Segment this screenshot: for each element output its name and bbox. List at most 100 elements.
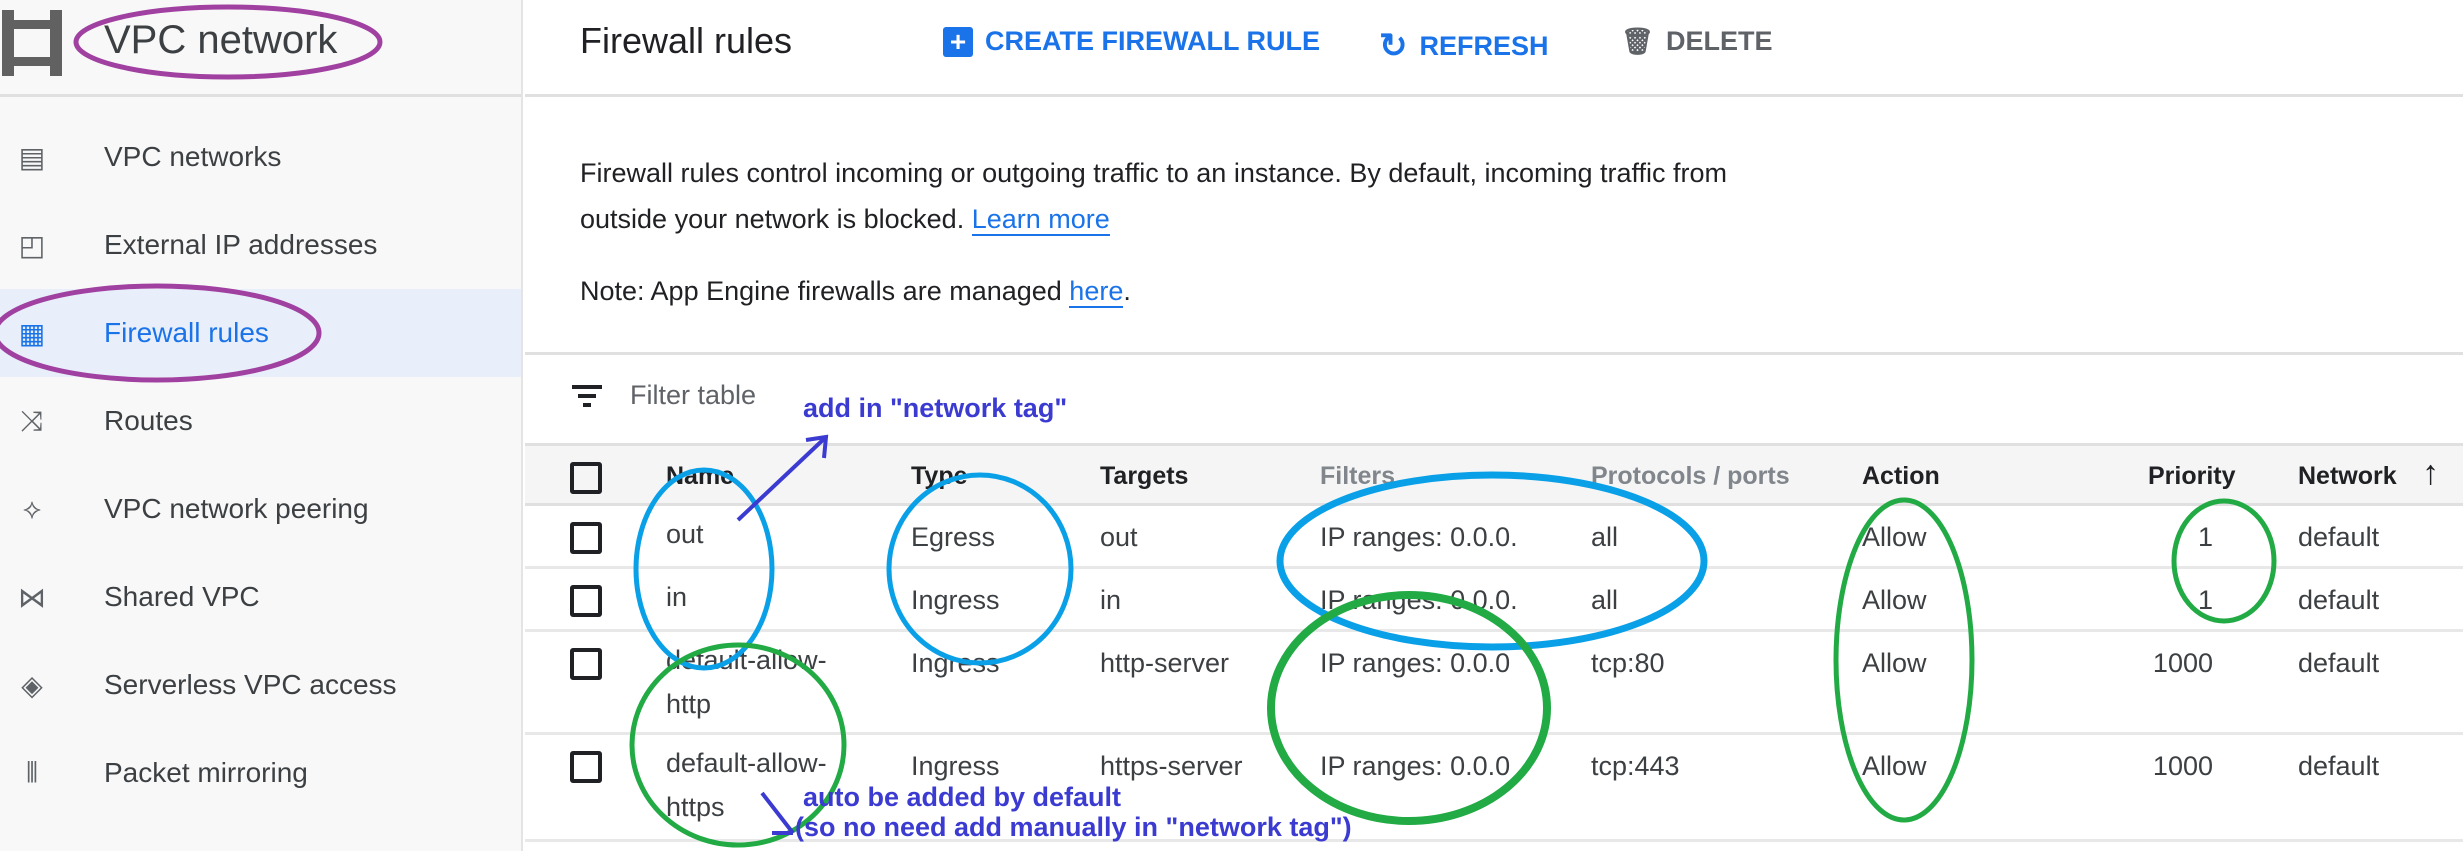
sidebar-item-serverless-vpc-access[interactable]: ◈ Serverless VPC access bbox=[0, 641, 521, 729]
column-header-action[interactable]: Action bbox=[1862, 462, 1940, 491]
peering-icon: ⟡ bbox=[22, 492, 42, 524]
cell-name[interactable]: in bbox=[666, 575, 856, 619]
cell-action: Allow bbox=[1862, 648, 1927, 678]
cell-targets: https-server bbox=[1100, 751, 1243, 781]
create-firewall-rule-button[interactable]: + CREATE FIREWALL RULE bbox=[943, 26, 1320, 57]
column-header-targets[interactable]: Targets bbox=[1100, 462, 1188, 491]
cell-name[interactable]: default-allow-http bbox=[666, 638, 856, 726]
cell-network: default bbox=[2298, 751, 2380, 781]
firewall-icon: ▦ bbox=[18, 317, 46, 349]
delete-button[interactable]: 🗑 DELETE bbox=[1621, 26, 1773, 57]
select-all-checkbox[interactable] bbox=[570, 462, 602, 494]
row-checkbox[interactable] bbox=[570, 751, 602, 783]
cell-type: Ingress bbox=[911, 648, 1000, 678]
column-header-name[interactable]: Name bbox=[666, 462, 734, 491]
sort-arrow-icon[interactable]: ↑ bbox=[2422, 454, 2439, 493]
column-header-type[interactable]: Type bbox=[911, 462, 968, 491]
cell-priority: 1000 bbox=[2152, 751, 2213, 781]
note-text: Note: App Engine firewalls are managed bbox=[580, 276, 1070, 306]
note: Note: App Engine firewalls are managed h… bbox=[580, 276, 1131, 308]
filter-input[interactable]: Filter table bbox=[630, 380, 756, 411]
annotation-text: auto be added by default bbox=[803, 782, 1122, 812]
sidebar-item-label: Packet mirroring bbox=[104, 757, 308, 788]
cell-type: Ingress bbox=[911, 585, 1000, 615]
learn-more-link[interactable]: Learn more bbox=[971, 204, 1110, 236]
annotation-text: add in "network tag" bbox=[803, 393, 1068, 423]
sidebar-item-label: Serverless VPC access bbox=[104, 669, 397, 700]
cell-protocols-ports: all bbox=[1591, 522, 1619, 552]
sidebar-item-label: Shared VPC bbox=[104, 581, 260, 612]
cell-network: default bbox=[2298, 585, 2380, 615]
sidebar-item-firewall-rules[interactable]: ▦ Firewall rules bbox=[0, 289, 521, 377]
external-ip-icon: ◰ bbox=[18, 229, 46, 261]
cell-priority: 1000 bbox=[2152, 648, 2213, 678]
refresh-icon: ↻ bbox=[1379, 27, 1408, 65]
sidebar-header: VPC network bbox=[0, 0, 521, 97]
cell-protocols-ports: tcp:443 bbox=[1591, 751, 1680, 781]
cell-action: Allow bbox=[1862, 522, 1927, 552]
filter-icon bbox=[572, 384, 602, 407]
sidebar-item-label: VPC networks bbox=[104, 141, 282, 172]
cell-type: Egress bbox=[911, 522, 996, 552]
sidebar: VPC network ▤ VPC networks ◰ External IP ad… bbox=[0, 0, 523, 851]
delete-label: DELETE bbox=[1666, 26, 1773, 56]
sidebar-item-routes[interactable]: ⤨ Routes bbox=[0, 377, 521, 465]
cell-priority: 1 bbox=[2197, 585, 2213, 615]
sidebar-item-vpc-network-peering[interactable]: ⟡ VPC network peering bbox=[0, 465, 521, 553]
row-checkbox[interactable] bbox=[570, 648, 602, 680]
column-header-protocols-ports[interactable]: Protocols / ports bbox=[1591, 462, 1790, 491]
vpc-networks-icon: ▤ bbox=[18, 141, 46, 173]
here-link[interactable]: here bbox=[1069, 276, 1124, 308]
cell-filters: IP ranges: 0.0.0 bbox=[1320, 751, 1511, 781]
description: Firewall rules control incoming or outgo… bbox=[580, 150, 1780, 242]
table-row[interactable]: in Ingress in IP ranges: 0.0.0. all Allow 1 def… bbox=[525, 569, 2463, 632]
table-row[interactable]: out Egress out IP ranges: 0.0.0. all Allow 1 de… bbox=[525, 506, 2463, 569]
product-title: VPC network bbox=[104, 18, 338, 62]
cell-network: default bbox=[2298, 522, 2380, 552]
cell-action: Allow bbox=[1862, 585, 1927, 615]
cell-name[interactable]: out bbox=[666, 512, 856, 556]
sidebar-item-external-ip-addresses[interactable]: ◰ External IP addresses bbox=[0, 201, 521, 289]
cell-filters: IP ranges: 0.0.0 bbox=[1320, 648, 1511, 678]
trash-icon: 🗑 bbox=[1621, 26, 1655, 56]
column-header-network[interactable]: Network bbox=[2298, 462, 2397, 491]
sidebar-item-shared-vpc[interactable]: ⋈ Shared VPC bbox=[0, 553, 521, 641]
column-header-filters[interactable]: Filters bbox=[1320, 462, 1395, 491]
cell-protocols-ports: all bbox=[1591, 585, 1619, 615]
filter-bar[interactable]: Filter table bbox=[572, 380, 756, 411]
cell-targets: http-server bbox=[1100, 648, 1230, 678]
row-checkbox[interactable] bbox=[570, 522, 602, 554]
cell-filters: IP ranges: 0.0.0. bbox=[1320, 522, 1518, 552]
shared-vpc-icon: ⋈ bbox=[18, 581, 46, 613]
note-period: . bbox=[1123, 276, 1131, 306]
refresh-label: REFRESH bbox=[1419, 30, 1549, 61]
vpc-network-icon bbox=[2, 10, 62, 76]
sidebar-item-label: Routes bbox=[104, 405, 193, 436]
sidebar-item-vpc-networks[interactable]: ▤ VPC networks bbox=[0, 113, 521, 201]
page-title: Firewall rules bbox=[580, 20, 793, 61]
main-content: Firewall rules + CREATE FIREWALL RULE ↻ RE… bbox=[525, 0, 2463, 851]
description-text: Firewall rules control incoming or outgo… bbox=[580, 158, 1728, 234]
serverless-icon: ◈ bbox=[21, 669, 43, 701]
cell-type: Ingress bbox=[911, 751, 1000, 781]
sidebar-item-packet-mirroring[interactable]: ⦀ Packet mirroring bbox=[0, 729, 521, 817]
column-header-priority[interactable]: Priority bbox=[2148, 462, 2236, 491]
cell-filters: IP ranges: 0.0.0. bbox=[1320, 585, 1518, 615]
row-checkbox[interactable] bbox=[570, 585, 602, 617]
cell-action: Allow bbox=[1862, 751, 1927, 781]
sidebar-item-label: Firewall rules bbox=[104, 317, 269, 348]
routes-icon: ⤨ bbox=[20, 404, 44, 436]
cell-protocols-ports: tcp:80 bbox=[1591, 648, 1665, 678]
annotation-text: (so no need add manually in "network tag… bbox=[795, 812, 1352, 842]
cell-targets: out bbox=[1100, 522, 1138, 552]
table-row[interactable]: default-allow-http Ingress http-server IP r… bbox=[525, 632, 2463, 735]
toolbar: Firewall rules + CREATE FIREWALL RULE ↻ RE… bbox=[525, 0, 2463, 97]
create-label: CREATE FIREWALL RULE bbox=[985, 26, 1320, 56]
table-header: Name Type Targets Filters Protocols / ports A… bbox=[525, 443, 2463, 506]
packet-mirroring-icon: ⦀ bbox=[25, 756, 39, 788]
divider bbox=[525, 352, 2463, 355]
refresh-button[interactable]: ↻ REFRESH bbox=[1379, 26, 1549, 66]
sidebar-item-label: External IP addresses bbox=[104, 229, 378, 260]
cell-network: default bbox=[2298, 648, 2380, 678]
plus-icon: + bbox=[943, 26, 973, 57]
